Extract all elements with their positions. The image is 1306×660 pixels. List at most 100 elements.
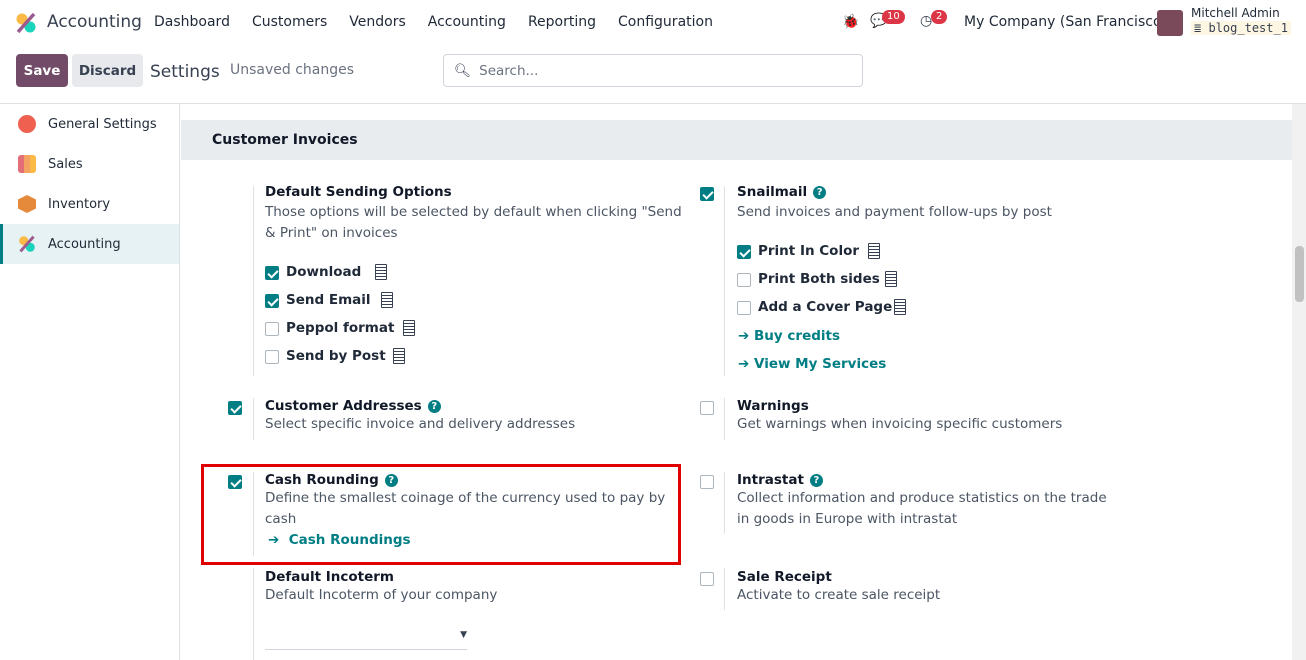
setting-desc: Get warnings when invoicing specific cus… <box>737 416 1063 432</box>
top-navbar: Accounting Dashboard Customers Vendors A… <box>0 0 1306 46</box>
download-label[interactable]: Download <box>286 264 361 280</box>
setting-desc: Activate to create sale receipt <box>737 587 941 603</box>
inventory-icon <box>18 195 36 213</box>
company-building-icon <box>885 271 897 287</box>
link-label: View My Services <box>754 356 887 372</box>
sidebar-item-accounting[interactable]: Accounting <box>0 224 179 264</box>
setting-desc: Send invoices and payment follow-ups by … <box>737 204 1052 220</box>
peppol-format-checkbox[interactable] <box>265 322 279 336</box>
database-name: ≣ blog_test_1 <box>1191 21 1291 35</box>
print-both-sides-checkbox[interactable] <box>737 273 751 287</box>
company-building-icon <box>393 348 405 364</box>
warnings-checkbox[interactable] <box>700 401 714 415</box>
default-incoterm-setting: Default Incoterm Default Incoterm of you… <box>265 569 685 606</box>
user-avatar[interactable] <box>1157 10 1183 36</box>
sidebar-item-inventory[interactable]: Inventory <box>0 184 179 224</box>
setting-desc: Collect information and produce statisti… <box>737 490 1107 527</box>
buy-credits-link[interactable]: ➔ Buy credits <box>738 328 840 344</box>
sidebar-item-label: Sales <box>48 156 83 172</box>
company-switcher[interactable]: My Company (San Francisco) <box>964 14 1167 30</box>
setting-title: Intrastat <box>737 472 804 488</box>
snailmail-checkbox[interactable] <box>700 187 714 201</box>
print-in-color-checkbox[interactable] <box>737 245 751 259</box>
accounting-app-logo[interactable] <box>15 12 37 34</box>
menu-customers[interactable]: Customers <box>252 14 327 30</box>
download-checkbox[interactable] <box>265 266 279 280</box>
company-building-icon <box>375 264 387 280</box>
sale-receipt-setting: Sale Receipt Activate to create sale rec… <box>737 569 1137 606</box>
snailmail-setting: Snailmail? Send invoices and payment fol… <box>737 184 1137 223</box>
sales-icon <box>18 155 36 173</box>
print-both-sides-label[interactable]: Print Both sides <box>758 271 880 287</box>
intrastat-checkbox[interactable] <box>700 475 714 489</box>
discard-button[interactable]: Discard <box>72 54 143 87</box>
general-settings-icon <box>18 115 36 133</box>
user-name[interactable]: Mitchell Admin <box>1191 6 1280 20</box>
sidebar-item-label: Accounting <box>48 236 121 252</box>
sidebar-item-general-settings[interactable]: General Settings <box>0 104 179 144</box>
chevron-down-icon: ▼ <box>460 630 467 640</box>
menu-configuration[interactable]: Configuration <box>618 14 713 30</box>
accounting-icon <box>19 235 35 253</box>
company-building-icon <box>381 292 393 308</box>
add-cover-page-checkbox[interactable] <box>737 301 751 315</box>
setting-title: Sale Receipt <box>737 569 832 585</box>
database-label: blog_test_1 <box>1208 21 1288 35</box>
sale-receipt-checkbox[interactable] <box>700 572 714 586</box>
setting-title: Warnings <box>737 398 809 414</box>
setting-title: Default Sending Options <box>265 184 452 200</box>
setting-title: Customer Addresses <box>265 398 422 414</box>
print-in-color-label[interactable]: Print In Color <box>758 243 859 259</box>
send-by-post-label[interactable]: Send by Post <box>286 348 386 364</box>
help-icon[interactable]: ? <box>809 474 823 487</box>
customer-addresses-setting: Customer Addresses? Select specific invo… <box>265 398 685 435</box>
setting-desc: Default Incoterm of your company <box>265 587 498 603</box>
intrastat-setting: Intrastat? Collect information and produ… <box>737 472 1117 530</box>
search-input[interactable]: 🔍︎ Search... <box>443 54 863 87</box>
highlight-box <box>201 464 681 565</box>
activities-badge: 2 <box>931 10 948 24</box>
unsaved-status: Unsaved changes <box>230 62 355 78</box>
add-cover-page-label[interactable]: Add a Cover Page <box>758 299 892 315</box>
menu-accounting[interactable]: Accounting <box>428 14 506 30</box>
help-icon[interactable]: ? <box>813 186 827 199</box>
scrollbar[interactable] <box>1292 104 1306 660</box>
send-email-label[interactable]: Send Email <box>286 292 371 308</box>
view-my-services-link[interactable]: ➔ View My Services <box>738 356 886 372</box>
arrow-right-icon: ➔ <box>738 356 750 372</box>
sidebar-item-sales[interactable]: Sales <box>0 144 179 184</box>
menu-vendors[interactable]: Vendors <box>349 14 405 30</box>
menu-reporting[interactable]: Reporting <box>528 14 596 30</box>
section-title: Customer Invoices <box>181 120 1292 160</box>
peppol-format-label[interactable]: Peppol format <box>286 320 394 336</box>
setting-title: Default Incoterm <box>265 569 394 585</box>
default-sending-options: Default Sending Options Those options wi… <box>265 184 685 244</box>
incoterm-select[interactable]: ▼ <box>265 626 467 650</box>
debug-bug-icon[interactable]: 🐞 <box>842 14 859 30</box>
company-building-icon <box>403 320 415 336</box>
setting-desc: Select specific invoice and delivery add… <box>265 416 576 432</box>
settings-content: Customer Invoices Default Sending Option… <box>181 104 1292 660</box>
warnings-setting: Warnings Get warnings when invoicing spe… <box>737 398 1137 435</box>
arrow-right-icon: ➔ <box>738 328 750 344</box>
link-label: Buy credits <box>754 328 841 344</box>
help-icon[interactable]: ? <box>427 400 441 413</box>
search-icon: 🔍︎ <box>454 62 472 79</box>
setting-desc: Those options will be selected by defaul… <box>265 204 682 241</box>
page-title: Settings <box>150 62 220 82</box>
search-placeholder: Search... <box>479 62 539 79</box>
sidebar-item-label: Inventory <box>48 196 111 212</box>
send-email-checkbox[interactable] <box>265 294 279 308</box>
send-by-post-checkbox[interactable] <box>265 350 279 364</box>
scrollbar-thumb[interactable] <box>1295 246 1304 302</box>
app-name[interactable]: Accounting <box>47 12 142 32</box>
customer-addresses-checkbox[interactable] <box>228 401 242 415</box>
company-building-icon <box>894 299 906 315</box>
control-panel: Save Discard Settings Unsaved changes 🔍︎… <box>0 46 1306 104</box>
menu-dashboard[interactable]: Dashboard <box>154 14 230 30</box>
save-button[interactable]: Save <box>16 54 68 87</box>
database-icon: ≣ <box>1194 21 1202 35</box>
settings-sidebar: General Settings Sales Inventory Account… <box>0 104 180 660</box>
setting-title: Snailmail <box>737 184 808 200</box>
company-building-icon <box>868 243 880 259</box>
